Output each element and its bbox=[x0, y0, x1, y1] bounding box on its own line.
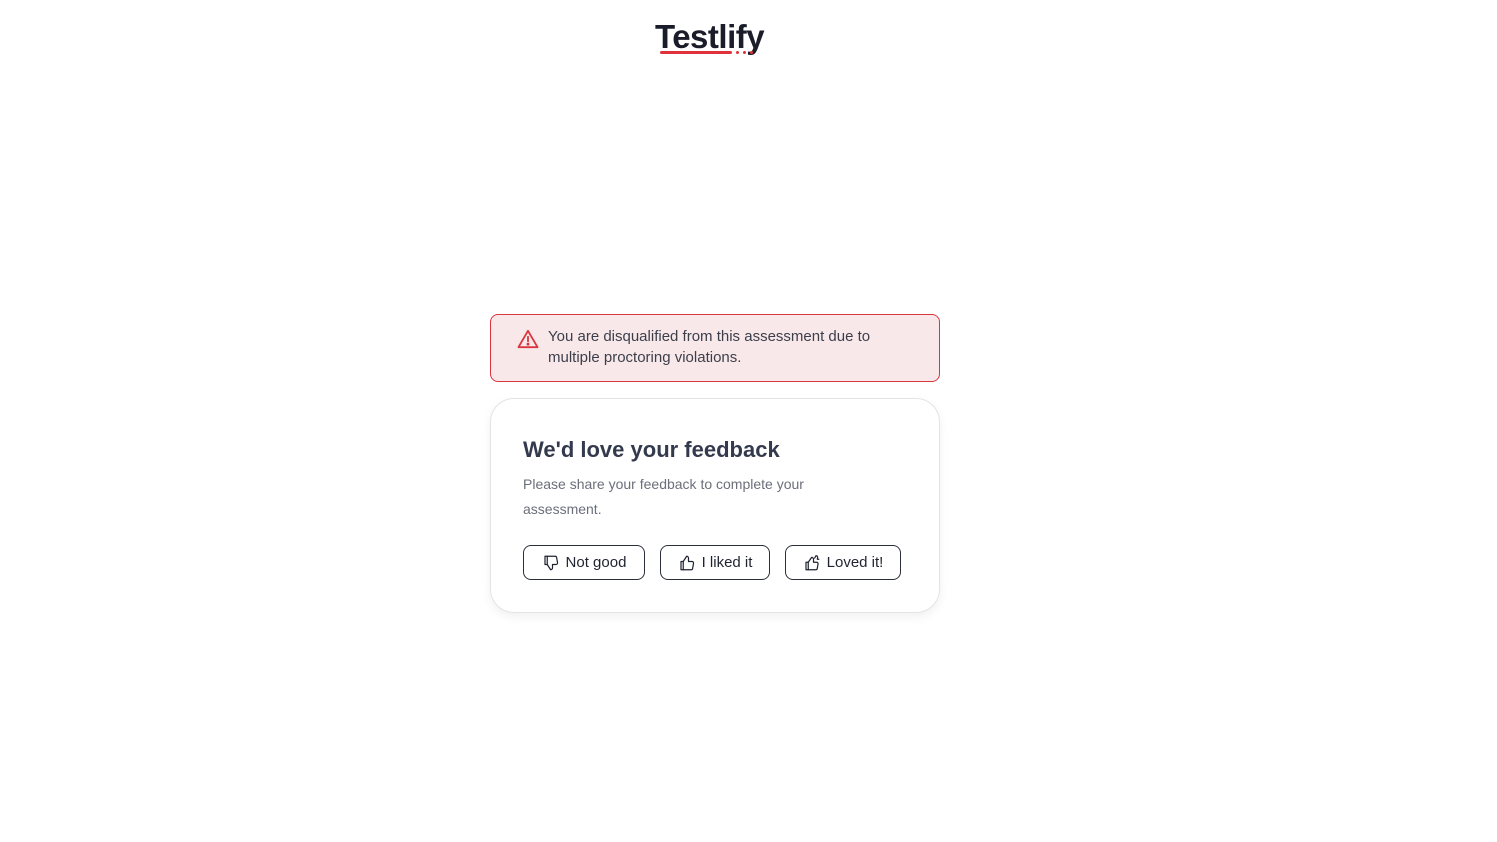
feedback-subtitle: Please share your feedback to complete y… bbox=[523, 476, 804, 517]
loved-it-label: Loved it! bbox=[826, 554, 884, 571]
thumbs-down-icon bbox=[542, 554, 560, 572]
logo-underline bbox=[660, 51, 732, 54]
warning-triangle-icon bbox=[517, 329, 539, 349]
alert-message: You are disqualified from this assessmen… bbox=[548, 328, 871, 366]
thumbs-up-icon bbox=[678, 554, 696, 572]
i-liked-it-label: I liked it bbox=[701, 554, 753, 571]
page: Testlify You are disqualified from this … bbox=[0, 0, 1497, 842]
loved-it-button[interactable]: Loved it! bbox=[785, 545, 901, 580]
not-good-label: Not good bbox=[565, 554, 627, 571]
testlify-logo: Testlify bbox=[655, 17, 780, 59]
not-good-button[interactable]: Not good bbox=[523, 545, 645, 580]
logo-dots bbox=[736, 51, 753, 54]
disqualified-alert: You are disqualified from this assessmen… bbox=[490, 314, 940, 382]
double-thumbs-up-icon bbox=[803, 554, 821, 572]
feedback-title: We'd love your feedback bbox=[523, 437, 780, 462]
feedback-card: We'd love your feedback Please share you… bbox=[490, 398, 940, 613]
i-liked-it-button[interactable]: I liked it bbox=[660, 545, 770, 580]
